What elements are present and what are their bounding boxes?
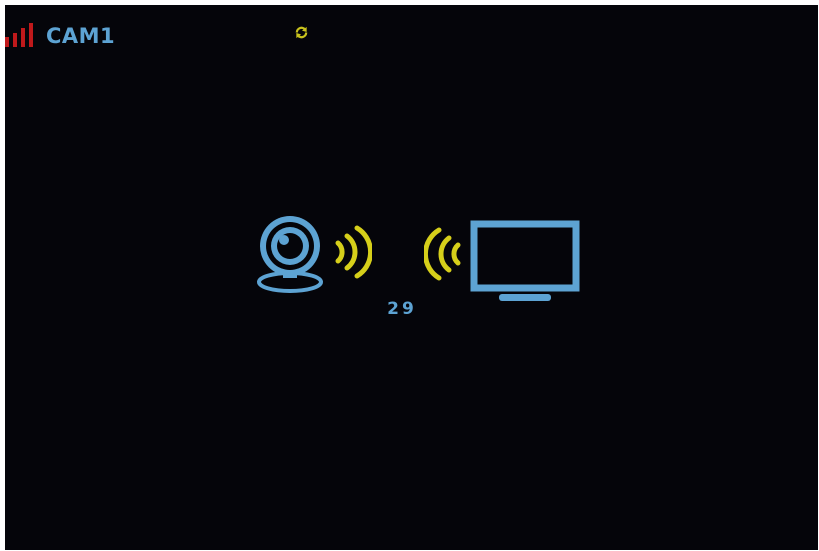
signal-waves-left-icon [424,227,461,281]
signal-waves-right-icon [335,225,372,279]
camera-monitor-screen: CAM1 29 [5,5,818,550]
pairing-countdown: 29 [387,299,417,319]
monitor-icon [470,220,580,301]
webcam-icon [257,216,323,293]
pairing-animation: 29 [5,5,818,550]
